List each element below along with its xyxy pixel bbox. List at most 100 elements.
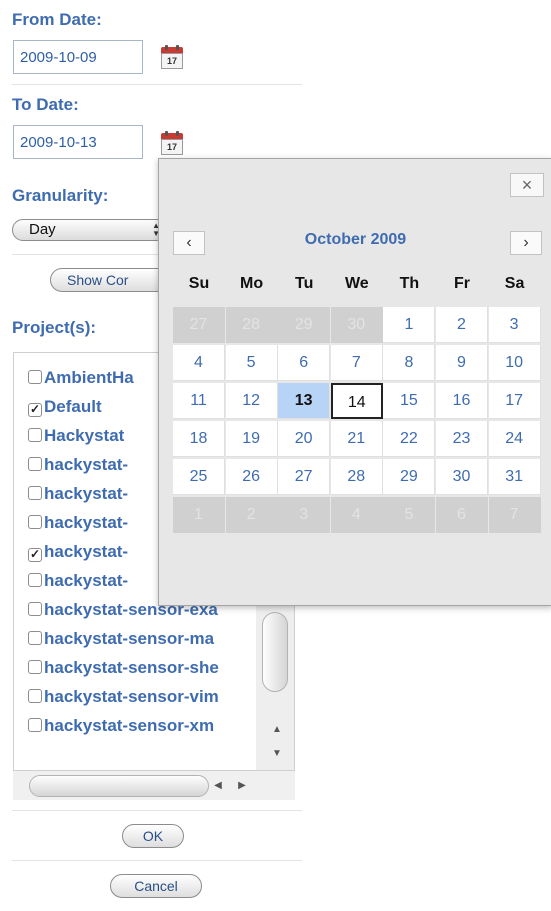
project-checkbox[interactable]: ✓	[28, 403, 42, 417]
project-item[interactable]: Hackystat	[28, 426, 124, 452]
calendar-day[interactable]: 29	[383, 459, 436, 495]
calendar-day[interactable]: 16	[436, 383, 488, 419]
calendar-day-other-month: 30	[330, 307, 383, 343]
calendar-day[interactable]: 12	[225, 383, 278, 419]
chevron-right-icon[interactable]: ›	[510, 231, 542, 255]
project-item[interactable]: ✓ Default	[28, 397, 102, 423]
project-checkbox[interactable]	[28, 457, 42, 471]
scroll-right-icon[interactable]: ▶	[233, 780, 251, 791]
scroll-down-icon[interactable]: ▼	[268, 748, 286, 759]
ok-button[interactable]: OK	[122, 824, 184, 848]
project-item[interactable]: hackystat-sensor-vim	[28, 687, 219, 713]
to-date-calendar-button[interactable]: 17	[160, 131, 184, 155]
project-checkbox[interactable]	[28, 370, 42, 384]
project-name: hackystat-	[44, 542, 129, 561]
to-date-input[interactable]	[13, 125, 143, 159]
project-checkbox[interactable]	[28, 660, 42, 674]
calendar-day[interactable]: 28	[330, 459, 383, 495]
close-icon[interactable]: ×	[510, 173, 544, 197]
calendar-day[interactable]: 7	[330, 345, 383, 381]
calendar-day-other-month: 5	[383, 497, 436, 533]
calendar-day[interactable]: 2	[436, 307, 488, 343]
project-list-horizontal-scrollbar[interactable]: ◀ ▶	[13, 770, 295, 800]
calendar-day[interactable]: 22	[383, 421, 436, 457]
project-name: AmbientHa	[44, 368, 134, 387]
project-name: hackystat-sensor-ma	[44, 629, 215, 648]
calendar-day[interactable]: 19	[225, 421, 278, 457]
calendar-day[interactable]: 3	[488, 307, 541, 343]
calendar-day[interactable]: 11	[173, 383, 225, 419]
project-checkbox[interactable]	[28, 718, 42, 732]
horizontal-scroll-thumb[interactable]	[29, 775, 209, 797]
calendar-day-other-month: 29	[278, 307, 331, 343]
project-item[interactable]: hackystat-sensor-xm	[28, 716, 214, 742]
weekday-header: Tu	[295, 275, 314, 292]
project-name: hackystat-	[44, 571, 129, 590]
project-checkbox[interactable]	[28, 428, 42, 442]
weekday-header: Sa	[504, 275, 525, 292]
project-item[interactable]: hackystat-sensor-she	[28, 658, 219, 684]
calendar-day-other-month: 6	[436, 497, 488, 533]
calendar-day[interactable]: 26	[225, 459, 278, 495]
calendar-day[interactable]: 24	[488, 421, 541, 457]
calendar-day-other-month: 7	[488, 497, 541, 533]
from-date-input[interactable]	[13, 40, 143, 74]
project-name: hackystat-sensor-vim	[44, 687, 219, 706]
calendar-day[interactable]: 30	[436, 459, 488, 495]
project-item[interactable]: hackystat-	[28, 484, 128, 510]
calendar-day[interactable]: 6	[278, 345, 331, 381]
calendar-day[interactable]: 8	[383, 345, 436, 381]
calendar-day[interactable]: 10	[488, 345, 541, 381]
granularity-label: Granularity:	[12, 186, 109, 205]
calendar-day[interactable]: 15	[383, 383, 436, 419]
calendar-day-other-month: 27	[173, 307, 225, 343]
weekday-header: Mo	[240, 275, 264, 292]
project-checkbox[interactable]	[28, 631, 42, 645]
project-name: Hackystat	[44, 426, 125, 445]
calendar-day[interactable]: 27	[278, 459, 331, 495]
project-checkbox[interactable]	[28, 515, 42, 529]
chevron-left-icon[interactable]: ‹	[173, 231, 205, 255]
calendar-day-other-month: 2	[225, 497, 278, 533]
project-name: hackystat-	[44, 455, 129, 474]
project-item[interactable]: hackystat-	[28, 571, 128, 597]
calendar-day[interactable]: 25	[173, 459, 225, 495]
project-checkbox[interactable]	[28, 486, 42, 500]
calendar-day[interactable]: 17	[488, 383, 541, 419]
from-date-label: From Date:	[12, 10, 102, 29]
calendar-day[interactable]: 21	[330, 421, 383, 457]
cancel-button[interactable]: Cancel	[110, 874, 202, 898]
project-checkbox[interactable]	[28, 573, 42, 587]
scroll-up-icon[interactable]: ▲	[268, 724, 286, 735]
calendar-day[interactable]: 13	[278, 383, 331, 419]
calendar-icon-day: 17	[161, 53, 183, 69]
project-item[interactable]: hackystat-	[28, 455, 128, 481]
divider	[12, 860, 302, 861]
calendar-day[interactable]: 4	[173, 345, 225, 381]
project-item[interactable]: hackystat-sensor-ma	[28, 629, 214, 655]
project-item[interactable]: AmbientHa	[28, 368, 134, 394]
scroll-left-icon[interactable]: ◀	[209, 780, 227, 791]
weekday-header: Th	[399, 275, 420, 292]
project-item[interactable]: ✓ hackystat-	[28, 542, 128, 568]
weekday-header: Fr	[454, 275, 470, 292]
calendar-month-title: October 2009	[304, 231, 407, 248]
calendar-day[interactable]: 5	[225, 345, 278, 381]
from-date-calendar-button[interactable]: 17	[160, 45, 184, 69]
vertical-scroll-thumb[interactable]	[262, 612, 288, 692]
calendar-day[interactable]: 14	[330, 383, 383, 419]
calendar-day[interactable]: 31	[488, 459, 541, 495]
project-checkbox[interactable]: ✓	[28, 548, 42, 562]
calendar-day[interactable]: 1	[383, 307, 436, 343]
calendar-day[interactable]: 18	[173, 421, 225, 457]
project-item[interactable]: hackystat-	[28, 513, 128, 539]
calendar-day[interactable]: 9	[436, 345, 488, 381]
calendar-day[interactable]: 23	[436, 421, 488, 457]
to-date-label: To Date:	[12, 95, 79, 114]
calendar-day[interactable]: 20	[278, 421, 331, 457]
granularity-select[interactable]: Day ▲ ▼	[12, 219, 167, 241]
project-checkbox[interactable]	[28, 689, 42, 703]
project-checkbox[interactable]	[28, 602, 42, 616]
project-name: hackystat-sensor-xm	[44, 716, 215, 735]
weekday-header: Su	[188, 275, 210, 292]
